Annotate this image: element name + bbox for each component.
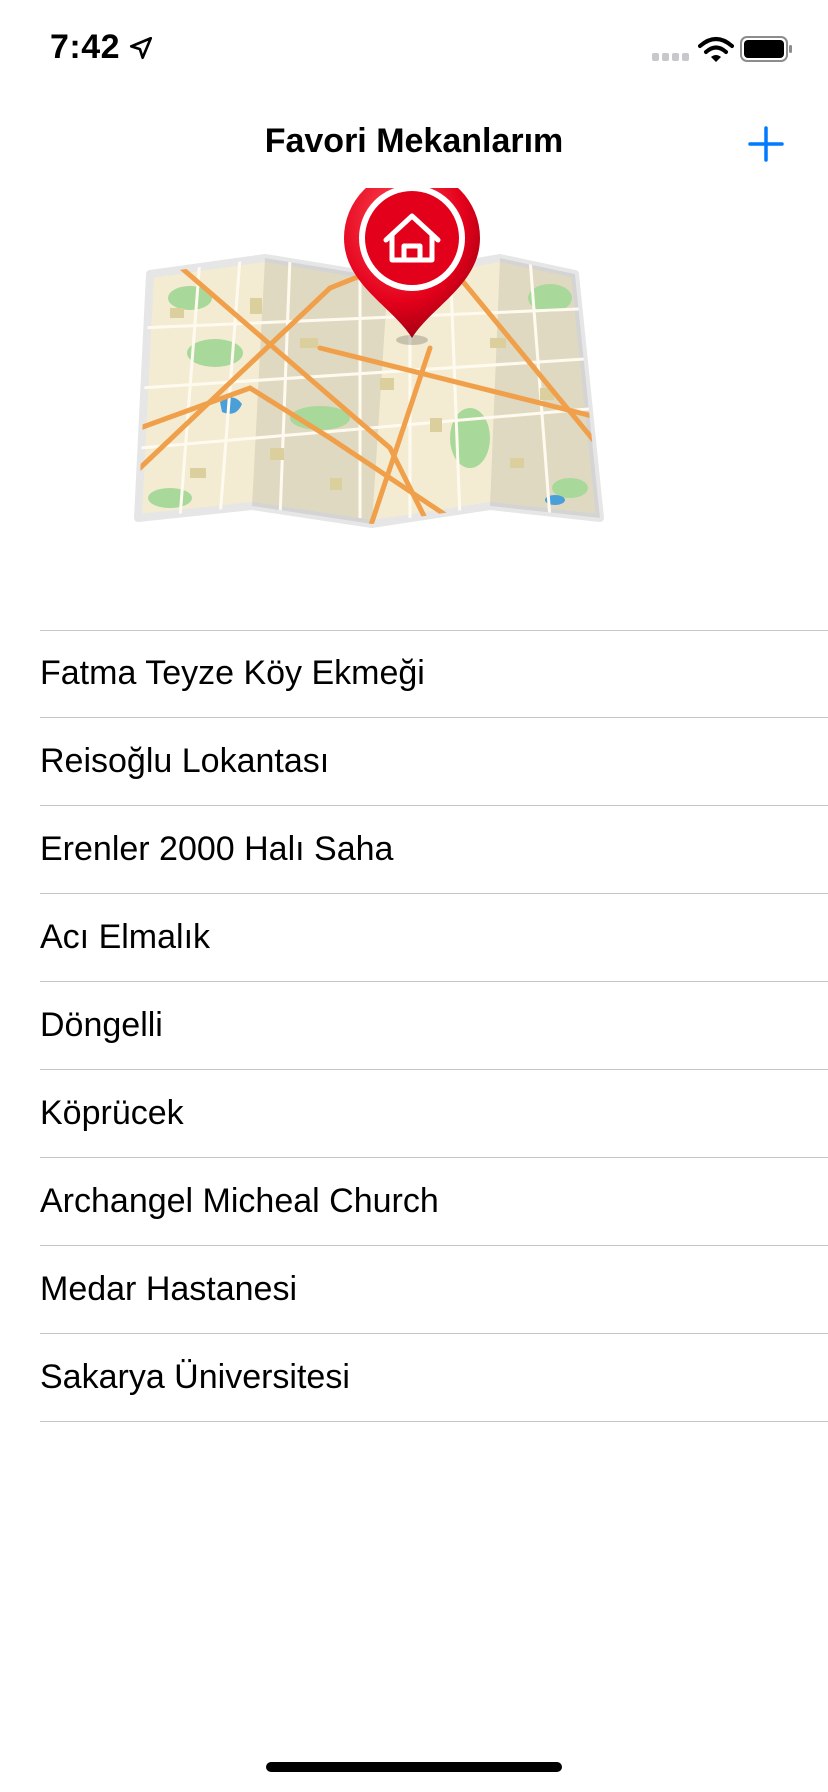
page-title: Favori Mekanlarım: [264, 122, 564, 160]
status-bar: 7:42: [0, 0, 828, 100]
plus-icon: [748, 126, 784, 162]
wifi-icon: [698, 37, 734, 62]
row-separator: [40, 1421, 828, 1422]
location-arrow-icon: [129, 36, 153, 60]
list-item-label: Fatma Teyze Köy Ekmeği: [40, 654, 425, 692]
list-item[interactable]: Sakarya Üniversitesi: [0, 1334, 828, 1422]
list-item-label: Köprücek: [40, 1094, 184, 1132]
list-item[interactable]: Fatma Teyze Köy Ekmeği: [0, 630, 828, 718]
map-pin-illustration: [134, 188, 604, 528]
list-item-label: Reisoğlu Lokantası: [40, 742, 330, 780]
list-item[interactable]: Medar Hastanesi: [0, 1246, 828, 1334]
list-item-label: Medar Hastanesi: [40, 1270, 298, 1308]
list-item-label: Archangel Micheal Church: [40, 1182, 439, 1220]
places-list: Fatma Teyze Köy Ekmeği Reisoğlu Lokantas…: [0, 630, 828, 1422]
list-item-label: Döngelli: [40, 1006, 163, 1044]
signal-icon: [652, 53, 689, 61]
status-time: 7:42: [50, 28, 121, 66]
home-indicator[interactable]: [266, 1762, 562, 1772]
list-item-label: Acı Elmalık: [40, 918, 211, 956]
list-item-label: Sakarya Üniversitesi: [40, 1358, 350, 1396]
list-item[interactable]: Döngelli: [0, 982, 828, 1070]
list-item[interactable]: Reisoğlu Lokantası: [0, 718, 828, 806]
list-item[interactable]: Erenler 2000 Halı Saha: [0, 806, 828, 894]
list-item[interactable]: Archangel Micheal Church: [0, 1158, 828, 1246]
add-place-button[interactable]: [744, 122, 788, 166]
list-item-label: Erenler 2000 Halı Saha: [40, 830, 394, 868]
battery-icon: [740, 36, 792, 62]
list-item[interactable]: Köprücek: [0, 1070, 828, 1158]
navigation-bar: Favori Mekanlarım: [0, 100, 828, 188]
list-item[interactable]: Acı Elmalık: [0, 894, 828, 982]
